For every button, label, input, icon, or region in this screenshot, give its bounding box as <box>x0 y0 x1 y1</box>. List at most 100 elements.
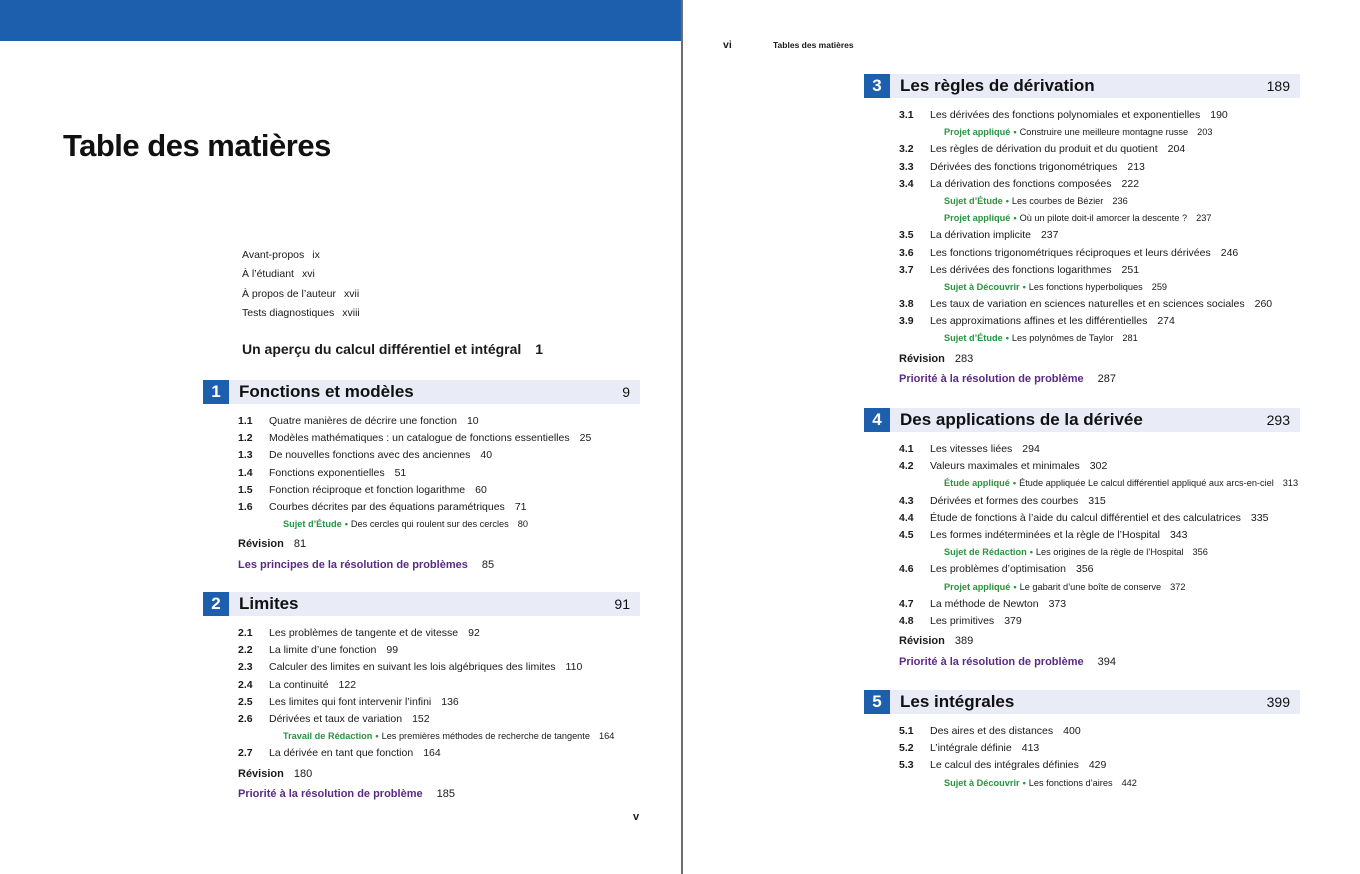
problem-solving-page: 287 <box>1097 373 1116 386</box>
section-entry[interactable]: 3.6 Les fonctions trigonométriques récipr… <box>899 245 1300 262</box>
project-entry[interactable]: Sujet d’Étude • Les courbes de Bézier 236 <box>899 193 1300 210</box>
section-entry[interactable]: 5.1 Des aires et des distances 400 <box>899 723 1300 740</box>
chapter-header[interactable]: 3 Les règles de dérivation 189 <box>864 74 1300 98</box>
section-entry[interactable]: 4.3 Dérivées et formes des courbes 315 <box>899 493 1300 510</box>
front-matter-label: À l’étudiant <box>242 268 294 280</box>
problem-solving-page: 394 <box>1097 655 1116 668</box>
section-entry[interactable]: 2.7 La dérivée en tant que fonction 164 <box>238 745 640 762</box>
front-matter-item[interactable]: Avant-propos ix <box>242 249 320 261</box>
section-title: La continuité 122 <box>269 677 356 694</box>
revision-entry[interactable]: Révision 389 <box>899 631 1300 652</box>
section-entry[interactable]: 1.4 Fonctions exponentielles 51 <box>238 465 640 482</box>
section-entry[interactable]: 3.3 Dérivées des fonctions trigonométriqu… <box>899 159 1300 176</box>
project-title: Des cercles qui roulent sur des cercles <box>350 519 509 530</box>
chapter-header[interactable]: 2 Limites 91 <box>203 592 640 616</box>
section-entry[interactable]: 2.1 Les problèmes de tangente et de vites… <box>238 625 640 642</box>
section-entry[interactable]: 3.9 Les approximations affines et les dif… <box>899 313 1300 330</box>
chapter-title: Des applications de la dérivée <box>900 410 1143 429</box>
section-number: 4.7 <box>899 597 914 610</box>
revision-entry[interactable]: Révision 180 <box>238 764 640 785</box>
chapter-header[interactable]: 4 Des applications de la dérivée 293 <box>864 408 1300 432</box>
section-page: 302 <box>1089 460 1108 473</box>
section-entry[interactable]: 2.5 Les limites qui font intervenir l’inf… <box>238 694 640 711</box>
project-entry[interactable]: Sujet à Découvrir • Les fonctions d’aires 4… <box>899 775 1300 792</box>
project-entry[interactable]: Étude appliqué • Étude appliquée Le calcul… <box>899 475 1300 492</box>
section-entry[interactable]: 2.2 La limite d’une fonction 99 <box>238 642 640 659</box>
section-page: 190 <box>1210 109 1228 121</box>
section-number: 4.3 <box>899 494 914 507</box>
bullet-separator: • <box>1013 127 1017 138</box>
project-kind: Projet appliqué <box>944 127 1011 138</box>
section-entry[interactable]: 1.3 De nouvelles fonctions avec des ancie… <box>238 447 640 464</box>
revision-entry[interactable]: Révision 283 <box>899 349 1300 370</box>
section-text: Dérivées et formes des courbes <box>930 494 1079 507</box>
front-matter-label: À propos de l’auteur <box>242 288 336 300</box>
project-entry[interactable]: Projet appliqué • Où un pilote doit-il amo… <box>899 210 1300 227</box>
section-entry[interactable]: 5.3 Le calcul des intégrales définies 429 <box>899 757 1300 774</box>
problem-solving-page: 185 <box>436 788 455 800</box>
section-entry[interactable]: 1.5 Fonction réciproque et fonction logar… <box>238 482 640 499</box>
problem-solving-entry[interactable]: Priorité à la résolution de problème 185 <box>238 784 640 805</box>
project-entry[interactable]: Sujet d’Étude • Des cercles qui roulent su… <box>238 516 640 533</box>
section-text: La limite d’une fonction <box>269 644 377 657</box>
problem-solving-label: Priorité à la résolution de problème <box>899 655 1084 668</box>
section-title: Dérivées et formes des courbes 315 <box>930 493 1106 510</box>
section-number: 3.2 <box>899 143 914 156</box>
section-entry[interactable]: 2.4 La continuité 122 <box>238 677 640 694</box>
project-entry[interactable]: Sujet à Découvrir • Les fonctions hyperbol… <box>899 279 1300 296</box>
section-entry[interactable]: 5.2 L’intégrale définie 413 <box>899 740 1300 757</box>
section-entry[interactable]: 4.2 Valeurs maximales et minimales 302 <box>899 458 1300 475</box>
project-page: 80 <box>517 519 528 530</box>
page-number: v <box>633 811 640 823</box>
project-entry[interactable]: Sujet d’Étude • Les polynômes de Taylor 281 <box>899 330 1300 347</box>
chapter-header[interactable]: 5 Les intégrales 399 <box>864 690 1300 714</box>
section-entry[interactable]: 3.5 La dérivation implicite 237 <box>899 227 1300 244</box>
section-entry[interactable]: 1.6 Courbes décrites par des équations pa… <box>238 499 640 516</box>
project-entry[interactable]: Projet appliqué • Le gabarit d’une boîte d… <box>899 579 1300 596</box>
front-matter-page: xvii <box>343 288 360 300</box>
section-text: Étude de fonctions à l’aide du calcul di… <box>930 511 1241 524</box>
section-entry[interactable]: 1.2 Modèles mathématiques : un catalogue … <box>238 430 640 447</box>
project-kind: Sujet de Rédaction <box>944 547 1027 558</box>
section-text: Des aires et des distances <box>930 725 1054 737</box>
problem-solving-entry[interactable]: Priorité à la résolution de problème 394 <box>899 652 1300 673</box>
section-entry[interactable]: 4.5 Les formes indéterminées et la règle … <box>899 527 1300 544</box>
section-entry[interactable]: 2.3 Calculer des limites en suivant les l… <box>238 659 640 676</box>
section-entry[interactable]: 3.8 Les taux de variation en sciences nat… <box>899 296 1300 313</box>
apercu-entry[interactable]: Un aperçu du calcul différentiel et inté… <box>242 341 543 357</box>
section-entry[interactable]: 4.8 Les primitives 379 <box>899 613 1300 630</box>
bullet-separator: • <box>1022 281 1026 292</box>
project-entry[interactable]: Projet appliqué • Construire une meilleure… <box>899 124 1300 141</box>
section-entry[interactable]: 3.2 Les règles de dérivation du produit e… <box>899 141 1300 158</box>
section-entry[interactable]: 1.1 Quatre manières de décrire une foncti… <box>238 413 640 430</box>
project-entry[interactable]: Travail de Rédaction • Les premières métho… <box>238 728 640 745</box>
section-entry[interactable]: 4.1 Les vitesses liées 294 <box>899 441 1300 458</box>
section-entry[interactable]: 3.1 Les dérivées des fonctions polynomial… <box>899 107 1300 124</box>
section-text: Les problèmes d’optimisation <box>930 563 1066 576</box>
problem-solving-entry[interactable]: Les principes de la résolution de problè… <box>238 555 640 576</box>
section-entry[interactable]: 4.4 Étude de fonctions à l’aide du calcul… <box>899 510 1300 527</box>
section-page: 92 <box>468 627 480 639</box>
chapter-page: 399 <box>1266 694 1290 710</box>
section-entry[interactable]: 4.6 Les problèmes d’optimisation 356 <box>899 561 1300 578</box>
section-entry[interactable]: 2.6 Dérivées et taux de variation 152 <box>238 711 640 728</box>
section-number: 3.7 <box>899 263 914 276</box>
section-title: Calculer des limites en suivant les lois… <box>269 659 582 676</box>
section-entry[interactable]: 3.7 Les dérivées des fonctions logarithme… <box>899 262 1300 279</box>
chapter-header[interactable]: 1 Fonctions et modèles 9 <box>203 380 640 404</box>
section-number: 1.4 <box>238 466 253 479</box>
front-matter-item[interactable]: À l’étudiant xvi <box>242 268 315 280</box>
section-number: 1.3 <box>238 449 253 462</box>
section-entry[interactable]: 3.4 La dérivation des fonctions composées… <box>899 176 1300 193</box>
front-matter-item[interactable]: Tests diagnostiques xviii <box>242 307 360 319</box>
section-title: Dérivées et taux de variation 152 <box>269 711 430 728</box>
section-number: 2.4 <box>238 678 253 691</box>
revision-entry[interactable]: Révision 81 <box>238 534 640 555</box>
section-text: La dérivation des fonctions composées <box>930 177 1112 190</box>
project-entry[interactable]: Sujet de Rédaction • Les origines de la rè… <box>899 544 1300 561</box>
section-page: 122 <box>338 678 357 691</box>
front-matter-item[interactable]: À propos de l’auteur xvii <box>242 288 359 300</box>
section-entry[interactable]: 4.7 La méthode de Newton 373 <box>899 596 1300 613</box>
section-page: 260 <box>1254 298 1273 311</box>
problem-solving-entry[interactable]: Priorité à la résolution de problème 287 <box>899 369 1300 390</box>
